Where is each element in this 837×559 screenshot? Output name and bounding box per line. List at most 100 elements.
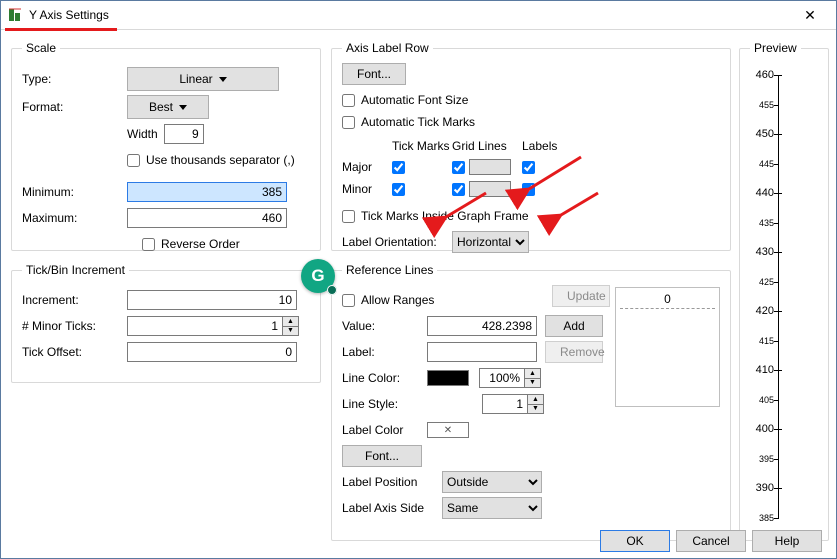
ok-button[interactable]: OK: [600, 530, 670, 552]
row-major: Major: [342, 160, 392, 174]
ref-listbox[interactable]: 0: [615, 287, 720, 407]
type-dropdown[interactable]: Linear: [127, 67, 279, 91]
increment-input[interactable]: [127, 290, 297, 310]
preview-tick: [774, 488, 782, 489]
cancel-button[interactable]: Cancel: [676, 530, 746, 552]
minor-grid-swatch[interactable]: [469, 181, 511, 197]
allow-ranges-checkbox[interactable]: Allow Ranges: [342, 293, 434, 307]
preview-tick-label: 400: [750, 424, 774, 434]
offset-input[interactable]: [127, 342, 297, 362]
reverse-checkbox-box[interactable]: [142, 238, 155, 251]
preview-tick: [774, 193, 782, 194]
ref-group: Reference Lines Allow Ranges Value: Add …: [331, 263, 731, 541]
minorticks-input[interactable]: [127, 316, 282, 336]
preview-tick: [774, 252, 782, 253]
preview-legend: Preview: [750, 41, 801, 55]
auto-font-checkbox[interactable]: Automatic Font Size: [342, 93, 468, 107]
col-grid: Grid Lines: [452, 139, 522, 153]
preview-group: Preview 46045545044544043543042542041541…: [739, 41, 829, 541]
labside-select[interactable]: Same: [442, 497, 542, 519]
major-grid-swatch[interactable]: [469, 159, 511, 175]
thousands-checkbox-box[interactable]: [127, 154, 140, 167]
preview-tick-label: 405: [750, 395, 774, 405]
linecolor-swatch[interactable]: [427, 370, 469, 386]
major-labels-checkbox[interactable]: [522, 161, 535, 174]
reverse-checkbox[interactable]: Reverse Order: [142, 237, 240, 251]
orient-label: Label Orientation:: [342, 235, 452, 249]
thousands-label: Use thousands separator (,): [146, 153, 295, 167]
label-input[interactable]: [427, 342, 537, 362]
labpos-select[interactable]: Outside: [442, 471, 542, 493]
value-label: Value:: [342, 319, 427, 333]
axis-legend: Axis Label Row: [342, 41, 433, 55]
scale-legend: Scale: [22, 41, 60, 55]
preview-tick: [774, 105, 779, 106]
minor-labels-checkbox[interactable]: [522, 183, 535, 196]
preview-tick: [774, 282, 779, 283]
opacity-input[interactable]: [479, 368, 524, 388]
preview-tick-label: 410: [750, 365, 774, 375]
preview-tick-label: 440: [750, 188, 774, 198]
width-input[interactable]: [164, 124, 204, 144]
width-label: Width: [127, 127, 158, 141]
add-button[interactable]: Add: [545, 315, 603, 337]
linestyle-input[interactable]: [482, 394, 527, 414]
auto-tick-checkbox[interactable]: Automatic Tick Marks: [342, 115, 475, 129]
thousands-checkbox[interactable]: Use thousands separator (,): [127, 153, 295, 167]
caret-icon: [179, 105, 187, 110]
major-grid-checkbox[interactable]: [452, 161, 465, 174]
reverse-label: Reverse Order: [161, 237, 240, 251]
minorticks-label: # Minor Ticks:: [22, 319, 127, 333]
preview-tick-label: 430: [750, 247, 774, 257]
offset-label: Tick Offset:: [22, 345, 127, 359]
dialog-window: Y Axis Settings ✕ Scale Type: Linear For…: [0, 0, 837, 559]
value-input[interactable]: [427, 316, 537, 336]
preview-tick-label: 460: [750, 70, 774, 80]
ref-font-button[interactable]: Font...: [342, 445, 422, 467]
col-labels: Labels: [522, 139, 577, 153]
scale-group: Scale Type: Linear Format: Best Width: [11, 41, 321, 251]
label-label: Label:: [342, 345, 427, 359]
window-title: Y Axis Settings: [29, 8, 790, 22]
preview-tick-label: 450: [750, 129, 774, 139]
labcolor-label: Label Color: [342, 423, 427, 437]
content-area: Scale Type: Linear Format: Best Width: [11, 41, 826, 518]
col-tick: Tick Marks: [392, 139, 452, 153]
min-input[interactable]: [127, 182, 287, 202]
spinner-buttons[interactable]: ▲▼: [282, 316, 299, 336]
format-value: Best: [149, 100, 173, 114]
preview-tick: [774, 518, 779, 519]
major-tick-checkbox[interactable]: [392, 161, 405, 174]
preview-tick-label: 425: [750, 277, 774, 287]
app-icon: [7, 7, 23, 23]
preview-tick-label: 420: [750, 306, 774, 316]
tickbin-legend: Tick/Bin Increment: [22, 263, 129, 277]
linestyle-spinner[interactable]: ▲▼: [482, 394, 544, 414]
minor-grid-checkbox[interactable]: [452, 183, 465, 196]
preview-tick: [774, 223, 779, 224]
tickbin-group: Tick/Bin Increment Increment: # Minor Ti…: [11, 263, 321, 383]
axis-font-button[interactable]: Font...: [342, 63, 406, 85]
minor-tick-checkbox[interactable]: [392, 183, 405, 196]
grammarly-icon[interactable]: G: [301, 259, 335, 293]
inside-frame-checkbox[interactable]: Tick Marks Inside Graph Frame: [342, 209, 529, 223]
preview-tick-label: 415: [750, 336, 774, 346]
linecolor-label: Line Color:: [342, 371, 427, 385]
preview-axis: 4604554504454404354304254204154104054003…: [750, 63, 818, 530]
update-button: Update: [552, 285, 610, 307]
ref-list-item[interactable]: 0: [620, 292, 715, 309]
close-icon[interactable]: ✕: [790, 7, 830, 24]
help-button[interactable]: Help: [752, 530, 822, 552]
preview-tick: [774, 164, 779, 165]
linestyle-label: Line Style:: [342, 397, 427, 411]
labcolor-swatch[interactable]: ✕: [427, 422, 469, 438]
format-dropdown[interactable]: Best: [127, 95, 209, 119]
preview-tick: [774, 400, 779, 401]
orient-select[interactable]: Horizontal: [452, 231, 529, 253]
opacity-spinner[interactable]: ▲▼: [479, 368, 541, 388]
preview-tick-label: 455: [750, 100, 774, 110]
max-input[interactable]: [127, 208, 287, 228]
minorticks-spinner[interactable]: ▲▼: [127, 316, 299, 336]
labside-label: Label Axis Side: [342, 501, 442, 515]
preview-tick-label: 435: [750, 218, 774, 228]
